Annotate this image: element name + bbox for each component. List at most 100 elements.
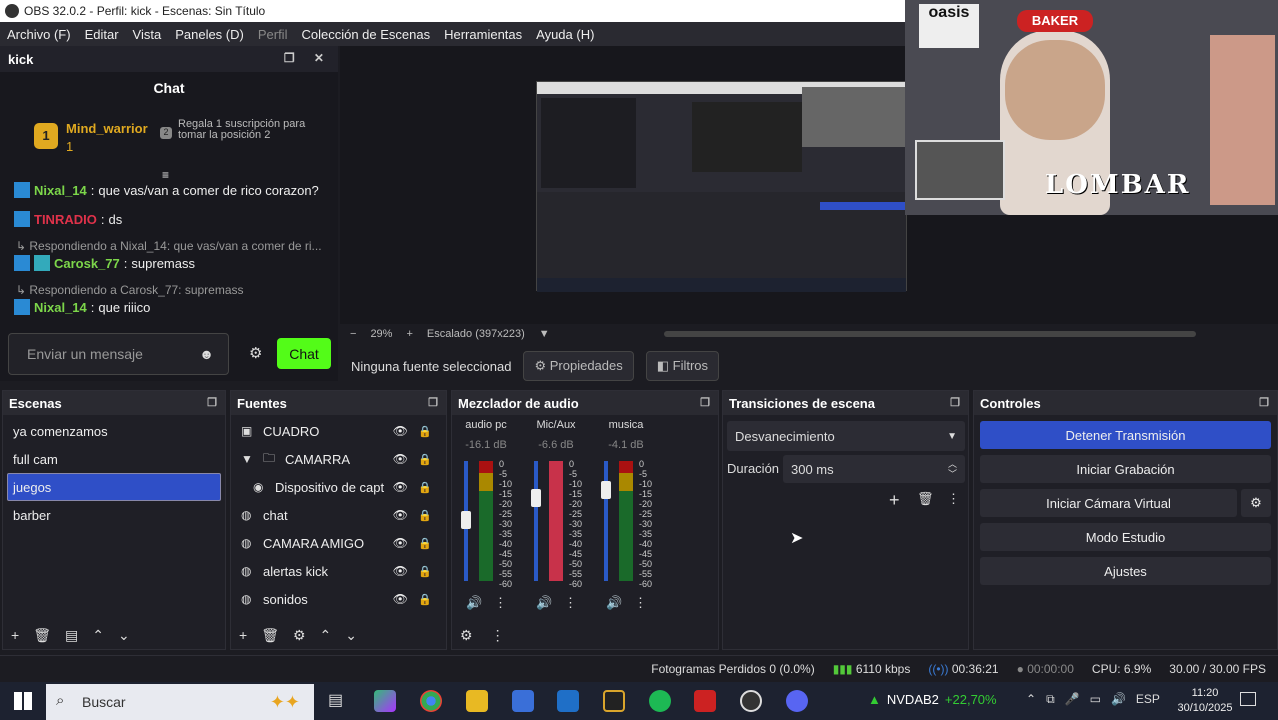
chat-user[interactable]: Carosk_77 xyxy=(54,256,120,271)
lock-icon[interactable]: 🔒 xyxy=(418,537,432,550)
move-down-icon[interactable]: ⌄ xyxy=(345,627,357,644)
chat-user[interactable]: TINRADIO xyxy=(34,212,97,227)
add-icon[interactable]: + xyxy=(11,627,19,643)
scene-item[interactable]: ya comenzamos xyxy=(3,417,225,445)
popout-icon[interactable]: ❐ xyxy=(428,396,438,409)
stock-widget[interactable]: ▲ NVDAB2 +22,70% xyxy=(868,692,997,707)
menu-vista[interactable]: Vista xyxy=(126,27,169,42)
virtual-camera-button[interactable]: Iniciar Cámara Virtual xyxy=(980,489,1237,517)
menu-coleccion[interactable]: Colección de Escenas xyxy=(294,27,437,42)
more-icon[interactable]: ⋮ xyxy=(494,595,507,611)
zoom-out-icon[interactable]: − xyxy=(350,328,356,340)
chat-send-button[interactable]: Chat xyxy=(277,338,331,369)
zoom-in-icon[interactable]: + xyxy=(406,328,412,340)
eye-icon[interactable]: 👁 xyxy=(393,536,408,550)
transition-select[interactable]: Desvanecimiento ▼ xyxy=(727,421,965,451)
speaker-icon[interactable]: 🔊 xyxy=(606,595,622,611)
start-recording-button[interactable]: Iniciar Grabación xyxy=(980,455,1271,483)
source-item[interactable]: ◍ sonidos 👁 🔒 xyxy=(231,585,446,613)
eye-icon[interactable]: 👁 xyxy=(393,480,408,494)
eye-icon[interactable]: 👁 xyxy=(393,508,408,522)
fader-knob[interactable] xyxy=(461,511,471,529)
popout-icon[interactable]: ❐ xyxy=(207,396,217,409)
scene-item-selected[interactable]: juegos xyxy=(7,473,221,501)
voicemeeter-icon[interactable] xyxy=(694,690,716,712)
language-indicator[interactable]: ESP xyxy=(1136,692,1160,707)
more-icon[interactable]: ⋮ xyxy=(491,627,505,644)
chevron-up-icon[interactable]: ⌃ xyxy=(1026,692,1036,707)
chevron-down-icon[interactable]: ▼ xyxy=(241,452,257,466)
copilot-icon[interactable] xyxy=(374,690,396,712)
virtual-camera-settings-gear-icon[interactable]: ⚙ xyxy=(1241,489,1271,517)
trash-icon[interactable]: 🗑 xyxy=(33,627,51,644)
chat-user[interactable]: Nixal_14 xyxy=(34,300,87,315)
eye-icon[interactable]: 👁 xyxy=(393,452,408,466)
trash-icon[interactable]: 🗑 xyxy=(261,627,279,644)
lock-icon[interactable]: 🔒 xyxy=(418,509,432,522)
gift-prompt[interactable]: Regala 1 suscripción para tomar la posic… xyxy=(178,119,308,141)
dock-controls[interactable]: ❐ ✕ xyxy=(284,51,332,65)
notifications-icon[interactable] xyxy=(1240,692,1256,706)
windows-start-icon[interactable] xyxy=(14,692,32,710)
spotify-icon[interactable] xyxy=(649,690,671,712)
preview-scrollbar[interactable] xyxy=(663,331,1196,337)
filters-button[interactable]: ◧ Filtros xyxy=(645,351,720,381)
leader-name[interactable]: Mind_warrior xyxy=(66,121,148,136)
source-item[interactable]: ◍ CAMARA AMIGO 👁 🔒 xyxy=(231,529,446,557)
menu-ayuda[interactable]: Ayuda (H) xyxy=(529,27,601,42)
network-icon[interactable]: ▭ xyxy=(1090,692,1101,707)
filter-icon[interactable]: ▤ xyxy=(65,627,78,644)
outlook-icon[interactable] xyxy=(557,690,579,712)
move-up-icon[interactable]: ⌃ xyxy=(320,627,332,644)
speaker-icon[interactable]: 🔊 xyxy=(466,595,482,611)
pin-icon[interactable]: ≡ xyxy=(162,168,169,182)
menu-perfil[interactable]: Perfil xyxy=(251,27,295,42)
obs-taskbar-icon[interactable] xyxy=(740,690,762,712)
fader-knob[interactable] xyxy=(531,489,541,507)
taskbar-search[interactable]: ⌕ Buscar ✦✦ xyxy=(46,684,314,720)
properties-button[interactable]: ⚙ Propiedades xyxy=(523,351,634,381)
lock-icon[interactable]: 🔒 xyxy=(418,453,432,466)
eye-icon[interactable]: 👁 xyxy=(393,424,408,438)
add-icon[interactable]: + xyxy=(889,490,900,511)
volume-fader[interactable] xyxy=(534,461,538,581)
add-icon[interactable]: + xyxy=(239,627,247,643)
store-icon[interactable] xyxy=(512,690,534,712)
volume-fader[interactable] xyxy=(604,461,608,581)
source-item[interactable]: ◍ alertas kick 👁 🔒 xyxy=(231,557,446,585)
volume-icon[interactable]: 🔊 xyxy=(1111,692,1126,707)
more-icon[interactable]: ⋮ xyxy=(564,595,577,611)
app-icon[interactable] xyxy=(603,690,625,712)
settings-button[interactable]: Ajustes xyxy=(980,557,1271,585)
trash-icon[interactable]: 🗑 xyxy=(917,491,934,507)
advanced-audio-icon[interactable]: ⚙ xyxy=(460,627,473,644)
chrome-icon[interactable] xyxy=(420,690,442,712)
chat-user[interactable]: Nixal_14 xyxy=(34,183,87,198)
fader-knob[interactable] xyxy=(601,481,611,499)
usb-icon[interactable]: ⧉ xyxy=(1046,692,1055,707)
gear-icon[interactable]: ⚙ xyxy=(293,627,306,644)
scene-item[interactable]: barber xyxy=(3,501,225,529)
emoji-icon[interactable]: ☻ xyxy=(199,346,214,362)
mic-icon[interactable]: 🎤 xyxy=(1065,692,1080,707)
source-item[interactable]: ◉ Dispositivo de capt 👁 🔒 xyxy=(231,473,446,501)
popout-icon[interactable]: ❐ xyxy=(950,396,960,409)
eye-icon[interactable]: 👁 xyxy=(393,564,408,578)
lock-icon[interactable]: 🔒 xyxy=(418,593,432,606)
move-down-icon[interactable]: ⌄ xyxy=(118,627,130,644)
source-item[interactable]: ◍ chat 👁 🔒 xyxy=(231,501,446,529)
eye-icon[interactable]: 👁 xyxy=(393,592,408,606)
lock-icon[interactable]: 🔒 xyxy=(418,481,432,494)
spinner-arrows-icon[interactable]: ︿ ﹀ xyxy=(948,459,957,479)
task-view-icon[interactable]: ▤ xyxy=(328,690,350,712)
duration-spinbox[interactable]: 300 ms ︿ ﹀ xyxy=(783,455,965,483)
scene-item[interactable]: full cam xyxy=(3,445,225,473)
lock-icon[interactable]: 🔒 xyxy=(418,425,432,438)
popout-icon[interactable]: ❐ xyxy=(1259,396,1269,409)
menu-paneles[interactable]: Paneles (D) xyxy=(168,27,251,42)
menu-archivo[interactable]: Archivo (F) xyxy=(0,27,78,42)
source-item[interactable]: ▣ CUADRO 👁 🔒 xyxy=(231,417,446,445)
more-icon[interactable]: ⋮ xyxy=(947,491,960,507)
menu-herramientas[interactable]: Herramientas xyxy=(437,27,529,42)
clock[interactable]: 11:20 30/10/2025 xyxy=(1170,686,1240,716)
